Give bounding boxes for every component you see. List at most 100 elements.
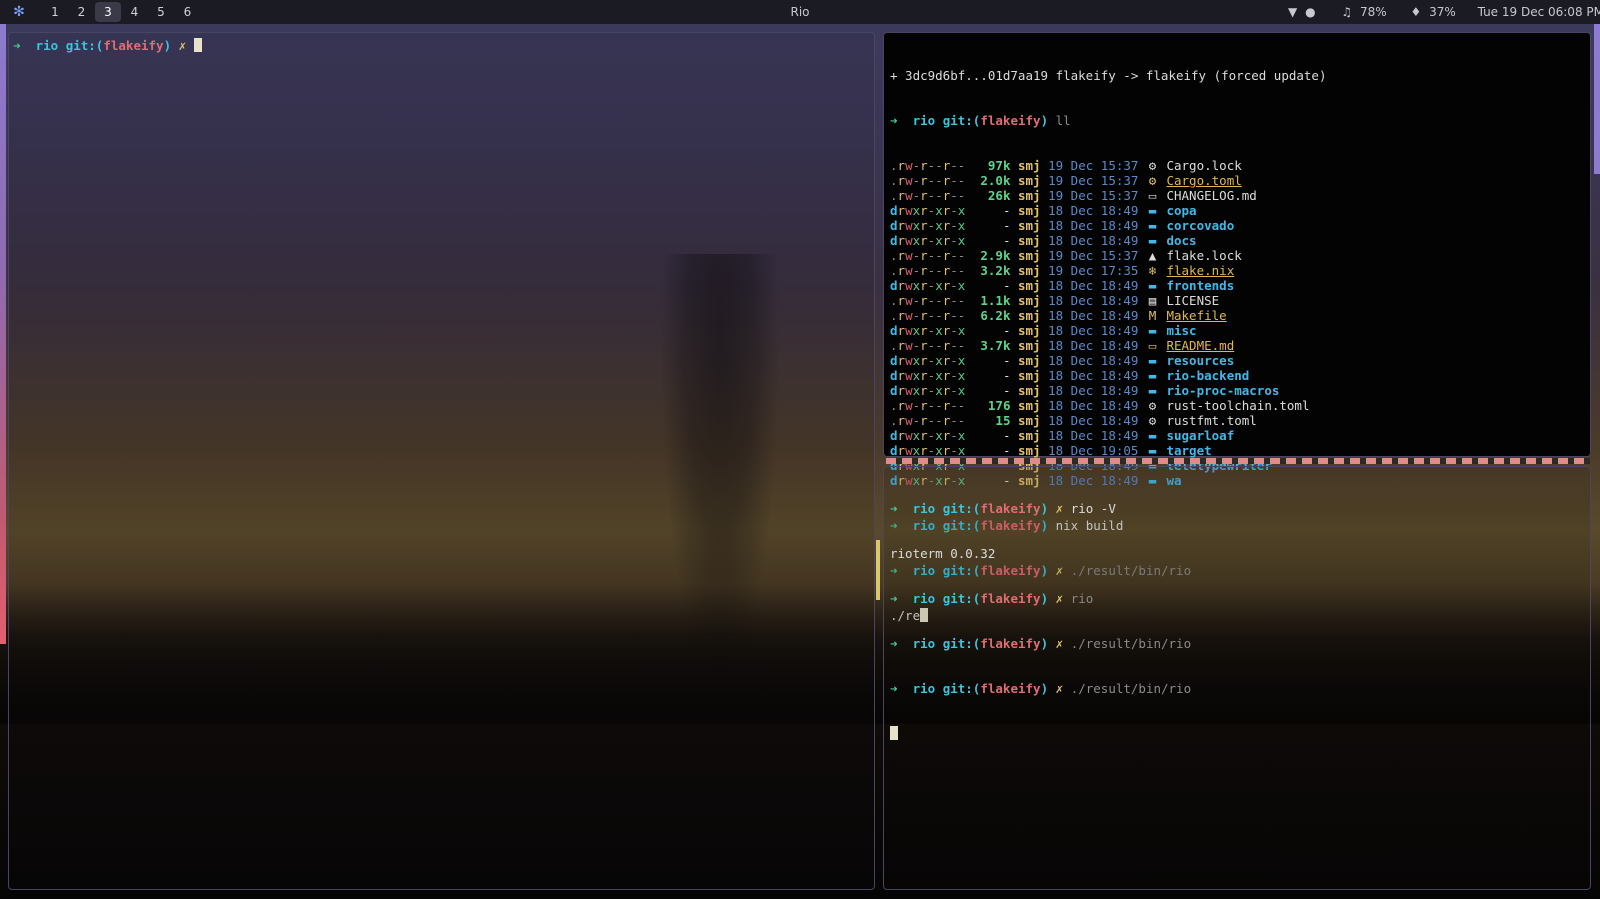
file-owner: smj	[1018, 293, 1041, 308]
git-update-header: + 3dc9d6bf...01d7aa19 flakeify -> flakei…	[890, 68, 1327, 83]
headphones-icon[interactable]: ♫	[1341, 5, 1352, 19]
file-row: drwxr-xr-x - smj 18 Dec 18:49 ▬ sugarloa…	[890, 428, 1327, 443]
text-cursor	[890, 726, 898, 740]
prompt-line: ➜ rio git:(flakeify) ✗ ./result/bin/rio	[890, 681, 1192, 696]
command-text: ll	[1055, 113, 1071, 128]
clock[interactable]: Tue 19 Dec 06:08 PM	[1478, 5, 1600, 19]
file-name[interactable]: frontends	[1166, 278, 1234, 293]
license-icon: ▤	[1148, 293, 1157, 308]
file-name[interactable]: resources	[1166, 353, 1234, 368]
system-tray: ▼ ● ♫ 78% ♦ 37% Tue 19 Dec 06:08 PM	[1288, 0, 1600, 24]
file-row: drwxr-xr-x - smj 18 Dec 18:49 ▬ rio-back…	[890, 368, 1327, 383]
file-owner: smj	[1018, 233, 1041, 248]
file-owner: smj	[1018, 203, 1041, 218]
file-permissions: drwxr-xr-x	[890, 323, 966, 338]
file-row: .rw-r--r-- 26k smj 19 Dec 15:37 ▭ CHANGE…	[890, 188, 1327, 203]
folder-icon: ▬	[1148, 428, 1157, 443]
terminal-pane-left[interactable]: ➜ rio git:(flakeify) ✗	[8, 32, 875, 890]
file-owner: smj	[1018, 428, 1041, 443]
makefile-icon: M	[1148, 308, 1157, 323]
file-size: 3.2k	[965, 263, 1011, 278]
file-row: .rw-r--r-- 1.1k smj 18 Dec 18:49 ▤ LICEN…	[890, 293, 1327, 308]
file-name[interactable]: rio-proc-macros	[1166, 383, 1279, 398]
file-size: -	[965, 428, 1011, 443]
file-date: 18 Dec 18:49	[1048, 203, 1139, 218]
file-owner: smj	[1018, 383, 1041, 398]
folder-icon: ▬	[1148, 383, 1157, 398]
file-permissions: .rw-r--r--	[890, 248, 966, 263]
file-size: -	[965, 233, 1011, 248]
file-size: -	[965, 203, 1011, 218]
file-date: 18 Dec 18:49	[1048, 218, 1139, 233]
file-name[interactable]: misc	[1166, 323, 1196, 338]
file-name[interactable]: rustfmt.toml	[1166, 413, 1256, 428]
prompt-line: ➜ rio git:(flakeify) ✗ rio -V	[890, 501, 1116, 516]
file-name[interactable]: sugarloaf	[1166, 428, 1234, 443]
file-name[interactable]: LICENSE	[1166, 293, 1219, 308]
terminal-pane-right-bottom[interactable]: ➜ rio git:(flakeify) ✗ rio -V rioterm 0.…	[883, 466, 1591, 890]
microphone-icon[interactable]: ♦	[1410, 5, 1421, 19]
file-size: 176	[965, 398, 1011, 413]
mic-level[interactable]: 37%	[1429, 5, 1456, 19]
file-date: 19 Dec 15:37	[1048, 248, 1139, 263]
folder-icon: ▬	[1148, 203, 1157, 218]
file-name[interactable]: Cargo.lock	[1166, 158, 1241, 173]
notification-icon[interactable]: ●	[1305, 5, 1315, 19]
file-date: 19 Dec 15:37	[1048, 158, 1139, 173]
file-size: 2.0k	[965, 173, 1011, 188]
file-name[interactable]: corcovado	[1166, 218, 1234, 233]
file-date: 18 Dec 19:05	[1048, 443, 1139, 458]
file-row: drwxr-xr-x - smj 18 Dec 18:49 ▬ corcovad…	[890, 218, 1327, 233]
file-size: 97k	[965, 158, 1011, 173]
file-row: .rw-r--r-- 97k smj 19 Dec 15:37 ⚙ Cargo.…	[890, 158, 1327, 173]
wifi-icon[interactable]: ▼	[1288, 5, 1297, 19]
file-name[interactable]: README.md	[1166, 338, 1234, 353]
file-name[interactable]: copa	[1166, 203, 1196, 218]
file-size: 1.1k	[965, 293, 1011, 308]
file-row: drwxr-xr-x - smj 18 Dec 18:49 ▬ rio-proc…	[890, 383, 1327, 398]
file-owner: smj	[1018, 173, 1041, 188]
left-prompt-line: ➜ rio git:(flakeify) ✗	[13, 38, 202, 53]
folder-icon: ▬	[1148, 353, 1157, 368]
file-name[interactable]: flake.nix	[1166, 263, 1234, 278]
file-name[interactable]: rust-toolchain.toml	[1166, 398, 1309, 413]
file-name[interactable]: Makefile	[1166, 308, 1226, 323]
file-name[interactable]: flake.lock	[1166, 248, 1241, 263]
file-owner: smj	[1018, 338, 1041, 353]
file-permissions: .rw-r--r--	[890, 158, 966, 173]
file-name[interactable]: target	[1166, 443, 1211, 458]
file-row: .rw-r--r-- 2.9k smj 19 Dec 15:37 ▲ flake…	[890, 248, 1327, 263]
file-row: .rw-r--r-- 3.2k smj 19 Dec 17:35 ❄ flake…	[890, 263, 1327, 278]
volume-level[interactable]: 78%	[1360, 5, 1387, 19]
file-owner: smj	[1018, 368, 1041, 383]
prompt-dirty-mark: ✗	[178, 38, 187, 53]
file-date: 18 Dec 18:49	[1048, 428, 1139, 443]
file-permissions: drwxr-xr-x	[890, 233, 966, 248]
file-name[interactable]: docs	[1166, 233, 1196, 248]
right-bottom-output: ➜ rio git:(flakeify) ✗ rio -V rioterm 0.…	[890, 471, 1191, 771]
lock-icon: ▲	[1148, 248, 1157, 263]
file-name[interactable]: CHANGELOG.md	[1166, 188, 1256, 203]
file-permissions: .rw-r--r--	[890, 338, 966, 353]
prompt-arrow: ➜	[13, 38, 21, 53]
top-bar: ✻ 123456 Rio ▼ ● ♫ 78% ♦ 37% Tue 19 Dec …	[0, 0, 1600, 24]
terminal-pane-right-top[interactable]: + 3dc9d6bf...01d7aa19 flakeify -> flakei…	[883, 32, 1591, 623]
file-name[interactable]: Cargo.toml	[1166, 173, 1241, 188]
file-date: 18 Dec 18:49	[1048, 278, 1139, 293]
file-row: drwxr-xr-x - smj 18 Dec 18:49 ▬ docs	[890, 233, 1327, 248]
file-date: 19 Dec 15:37	[1048, 173, 1139, 188]
prompt-dir: rio	[35, 38, 59, 53]
file-date: 19 Dec 17:35	[1048, 263, 1139, 278]
file-permissions: .rw-r--r--	[890, 413, 966, 428]
file-row: .rw-r--r-- 6.2k smj 18 Dec 18:49 M Makef…	[890, 308, 1327, 323]
file-listing: .rw-r--r-- 97k smj 19 Dec 15:37 ⚙ Cargo.…	[890, 158, 1327, 488]
file-size: 6.2k	[965, 308, 1011, 323]
file-owner: smj	[1018, 218, 1041, 233]
rust-icon: ⚙	[1148, 173, 1157, 188]
folder-icon: ▬	[1148, 233, 1157, 248]
split-divider[interactable]	[886, 458, 1590, 464]
file-name[interactable]: rio-backend	[1166, 368, 1249, 383]
file-owner: smj	[1018, 413, 1041, 428]
file-row: drwxr-xr-x - smj 18 Dec 18:49 ▬ copa	[890, 203, 1327, 218]
text-cursor	[193, 38, 202, 52]
